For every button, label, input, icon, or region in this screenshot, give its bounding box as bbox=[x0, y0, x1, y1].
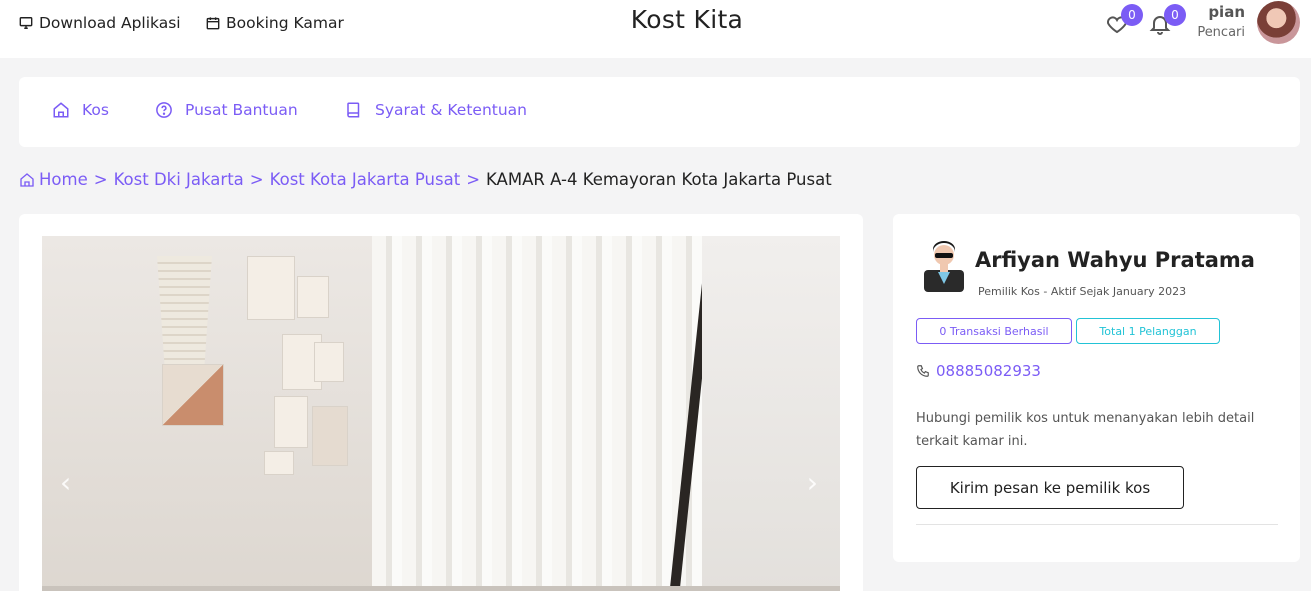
home-icon bbox=[53, 102, 69, 118]
breadcrumb-city[interactable]: Kost Kota Jakarta Pusat bbox=[270, 170, 461, 189]
macrame-decoration bbox=[157, 256, 212, 376]
customers-badge: Total 1 Pelanggan bbox=[1076, 318, 1220, 344]
gallery-next-button[interactable]: › bbox=[807, 466, 818, 499]
user-avatar[interactable] bbox=[1257, 1, 1300, 44]
nav-item-label: Kos bbox=[82, 101, 109, 119]
nav-item-kos[interactable]: Kos bbox=[52, 101, 109, 119]
room-photo: ‹ › bbox=[42, 236, 840, 591]
top-bar: Download Aplikasi Booking Kamar Kost Kit… bbox=[0, 0, 1311, 58]
room-gallery-card: ‹ › bbox=[19, 214, 863, 591]
nav-item-label: Pusat Bantuan bbox=[185, 101, 298, 119]
help-circle-icon bbox=[156, 102, 172, 118]
owner-phone: 08885082933 bbox=[936, 362, 1041, 380]
phone-icon bbox=[917, 365, 929, 377]
breadcrumb-separator: > bbox=[249, 170, 264, 189]
book-icon bbox=[347, 102, 360, 118]
breadcrumb-current: KAMAR A-4 Kemayoran Kota Jakarta Pusat bbox=[486, 170, 832, 189]
user-role: Pencari bbox=[1197, 25, 1245, 40]
gallery-prev-button[interactable]: ‹ bbox=[60, 466, 71, 499]
divider bbox=[916, 524, 1278, 525]
home-icon bbox=[20, 172, 34, 187]
nav-item-help[interactable]: Pusat Bantuan bbox=[155, 101, 298, 119]
breadcrumb: Home > Kost Dki Jakarta > Kost Kota Jaka… bbox=[19, 170, 832, 189]
nav-item-label: Syarat & Ketentuan bbox=[375, 101, 527, 119]
curtain bbox=[372, 236, 702, 591]
owner-name: Arfiyan Wahyu Pratama bbox=[975, 248, 1255, 272]
owner-card: Arfiyan Wahyu Pratama Pemilik Kos - Akti… bbox=[893, 214, 1300, 562]
wishlist-count-badge: 0 bbox=[1121, 4, 1143, 26]
owner-subtitle: Pemilik Kos - Aktif Sejak January 2023 bbox=[978, 285, 1187, 298]
nav-card: Kos Pusat Bantuan Syarat & Ketentuan bbox=[19, 77, 1300, 147]
breadcrumb-separator: > bbox=[93, 170, 108, 189]
owner-avatar bbox=[924, 241, 964, 292]
contact-description: Hubungi pemilik kos untuk menanyakan leb… bbox=[916, 411, 1255, 449]
notification-count-badge: 0 bbox=[1164, 4, 1186, 26]
user-name: pian bbox=[1208, 3, 1245, 21]
nav-item-terms[interactable]: Syarat & Ketentuan bbox=[345, 101, 527, 119]
breadcrumb-separator: > bbox=[466, 170, 481, 189]
breadcrumb-province[interactable]: Kost Dki Jakarta bbox=[114, 170, 244, 189]
notification-button[interactable]: 0 bbox=[1148, 4, 1186, 38]
wishlist-button[interactable]: 0 bbox=[1105, 4, 1143, 38]
breadcrumb-home[interactable]: Home bbox=[39, 170, 88, 189]
owner-phone-link[interactable]: 08885082933 bbox=[916, 362, 1041, 380]
send-message-button[interactable]: Kirim pesan ke pemilik kos bbox=[916, 466, 1184, 509]
transactions-badge: 0 Transaksi Berhasil bbox=[916, 318, 1072, 344]
